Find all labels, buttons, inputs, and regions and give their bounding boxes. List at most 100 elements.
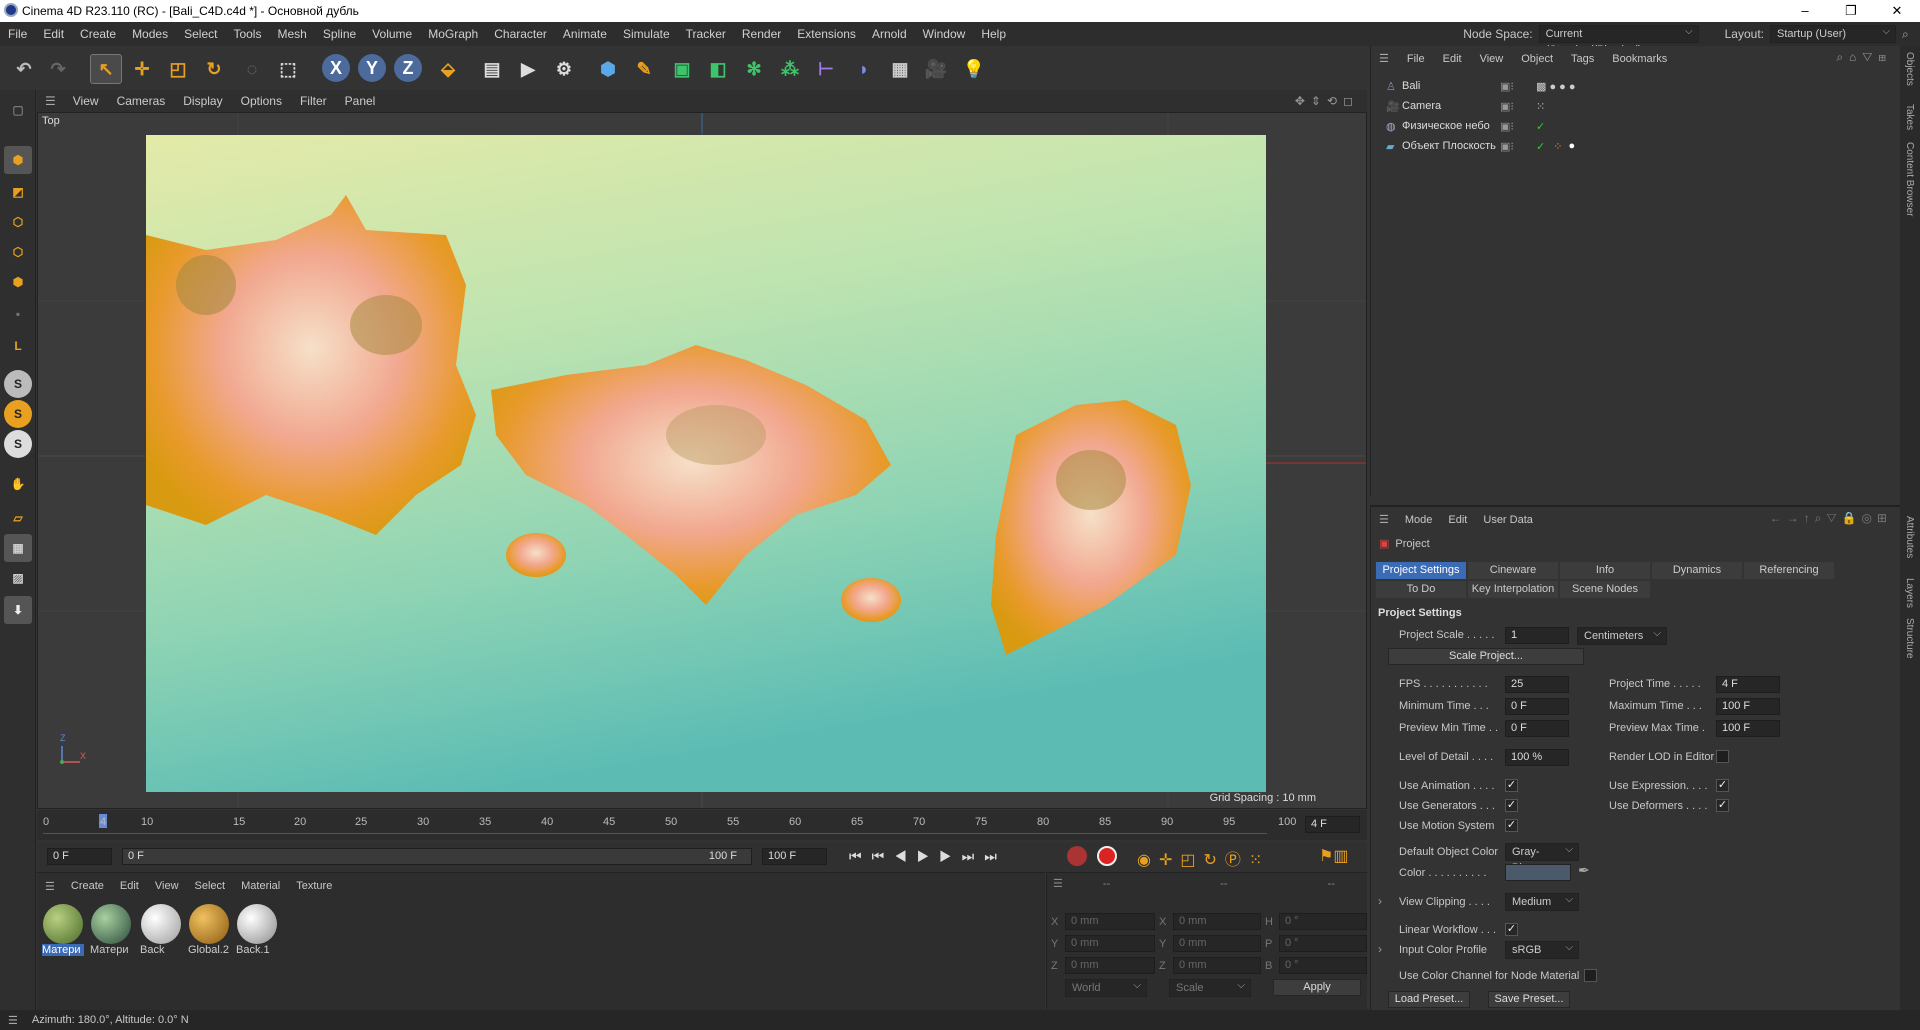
render-picture-viewer-icon[interactable]: ▶ (512, 54, 544, 84)
eyedropper-icon[interactable]: ✒ (1578, 862, 1590, 879)
render-lod-checkbox[interactable] (1716, 750, 1729, 763)
coord-scale-dropdown[interactable]: Scale (1169, 978, 1251, 997)
current-frame-field[interactable]: 4 F (1305, 816, 1360, 833)
scale-project-button[interactable]: Scale Project... (1388, 648, 1584, 665)
coord-space-dropdown[interactable]: World (1065, 978, 1147, 997)
preview-max-field[interactable]: 100 F (1716, 720, 1780, 737)
visibility-icon[interactable]: ▣⁝ (1500, 100, 1536, 113)
lod-field[interactable]: 100 % (1505, 749, 1569, 766)
expand-chevron-icon[interactable]: › (1378, 942, 1382, 956)
use-expression-checkbox[interactable]: ✓ (1716, 779, 1729, 792)
menu-mograph[interactable]: MoGraph (420, 27, 486, 41)
input-color-profile-dropdown[interactable]: sRGB (1505, 940, 1579, 959)
tab-key-interpolation[interactable]: Key Interpolation (1468, 581, 1558, 598)
close-button[interactable]: ✕ (1874, 0, 1920, 22)
coordinate-system-icon[interactable]: ⬙ (432, 54, 464, 84)
mograph-icon[interactable]: ⁂ (774, 54, 806, 84)
timeline-track[interactable] (43, 816, 1267, 834)
hamburger-icon[interactable]: ☰ (1053, 877, 1063, 890)
snap-enable-icon[interactable]: S (4, 430, 32, 458)
mat-menu-create[interactable]: Create (63, 880, 112, 892)
material-swatch[interactable]: Global.2 (188, 904, 230, 960)
move-icon[interactable]: ✛ (126, 54, 158, 84)
visibility-icon[interactable]: ▣⁝ (1500, 140, 1536, 153)
visibility-icon[interactable]: ▣⁝ (1500, 80, 1536, 93)
x-axis-lock-icon[interactable]: X (322, 54, 350, 82)
linear-workflow-checkbox[interactable]: ✓ (1505, 923, 1518, 936)
fps-field[interactable]: 25 (1505, 676, 1569, 693)
edges-mode-icon[interactable]: ⬡ (4, 238, 32, 266)
expand-chevron-icon[interactable]: › (1378, 894, 1382, 908)
menu-character[interactable]: Character (486, 27, 555, 41)
camera-tag-icon[interactable]: ⁙ (1536, 100, 1545, 113)
obj-menu-tags[interactable]: Tags (1571, 53, 1594, 65)
viewport-nav-icons[interactable]: ✥⇕⟲◻ (1295, 94, 1359, 108)
attr-menu-mode[interactable]: Mode (1405, 514, 1433, 526)
obj-menu-bookmarks[interactable]: Bookmarks (1612, 53, 1667, 65)
range-slider[interactable]: 0 F 100 F (122, 848, 752, 865)
autokey-icon[interactable] (1097, 846, 1117, 866)
playback-controls[interactable]: ⏮⏮◀▶▶⏭⏭ (849, 848, 1007, 865)
mat-menu-select[interactable]: Select (187, 880, 234, 892)
tweak-icon[interactable]: ✋ (4, 470, 32, 498)
menu-tracker[interactable]: Tracker (678, 27, 734, 41)
field-icon[interactable]: ◗ (848, 54, 880, 84)
use-generators-checkbox[interactable]: ✓ (1505, 799, 1518, 812)
material-swatch[interactable]: Back.1 (236, 904, 278, 960)
render-settings-icon[interactable]: ⚙ (548, 54, 580, 84)
motion-icon[interactable]: ⚑▥ (1319, 846, 1348, 866)
viewport-menu-filter[interactable]: Filter (291, 94, 336, 108)
view-clipping-dropdown[interactable]: Medium (1505, 892, 1579, 911)
cube-icon[interactable]: ⬢ (592, 54, 624, 84)
tab-dynamics[interactable]: Dynamics (1652, 562, 1742, 579)
use-motion-system-checkbox[interactable]: ✓ (1505, 819, 1518, 832)
menu-create[interactable]: Create (72, 27, 124, 41)
rotation-b-field[interactable]: 0 ° (1279, 957, 1367, 974)
menu-arnold[interactable]: Arnold (864, 27, 915, 41)
menu-extensions[interactable]: Extensions (789, 27, 864, 41)
use-animation-checkbox[interactable]: ✓ (1505, 779, 1518, 792)
apply-button[interactable]: Apply (1273, 979, 1361, 996)
redo-icon[interactable]: ↷ (42, 54, 74, 84)
tab-project-settings[interactable]: Project Settings (1376, 562, 1466, 579)
viewport-menu-panel[interactable]: Panel (336, 94, 385, 108)
y-axis-lock-icon[interactable]: Y (358, 54, 386, 82)
project-scale-field[interactable]: 1 (1505, 627, 1569, 644)
object-row-plane[interactable]: ▰ Объект Плоскость ▣⁝ ✓ ⁘ ● (1380, 137, 1880, 155)
camera-icon[interactable]: 🎥 (920, 54, 952, 84)
menu-simulate[interactable]: Simulate (615, 27, 678, 41)
scale-x-field[interactable]: 0 mm (1173, 913, 1261, 930)
visibility-icon[interactable]: ▣⁝ (1500, 120, 1536, 133)
menu-animate[interactable]: Animate (555, 27, 615, 41)
mat-menu-material[interactable]: Material (233, 880, 288, 892)
menu-file[interactable]: File (0, 27, 35, 41)
obj-menu-object[interactable]: Object (1521, 53, 1553, 65)
locked-workplane-icon[interactable]: ▨ (4, 564, 32, 592)
obj-menu-view[interactable]: View (1480, 53, 1504, 65)
material-tag-icon[interactable]: ● (1568, 140, 1575, 152)
object-row-camera[interactable]: 🎥 Camera ▣⁝ ⁙ (1380, 97, 1880, 115)
key-tracks-icons[interactable]: ◉✛◰↻Ⓟ⁙ (1137, 846, 1270, 870)
hamburger-icon[interactable]: ☰ (1379, 52, 1389, 65)
z-axis-lock-icon[interactable]: Z (394, 54, 422, 82)
tab-layers[interactable]: Layers (1904, 578, 1915, 608)
hamburger-icon[interactable]: ☰ (37, 880, 63, 893)
move-select-icon[interactable]: ↖ (90, 54, 122, 84)
scale-y-field[interactable]: 0 mm (1173, 935, 1261, 952)
scale-icon[interactable]: ◰ (162, 54, 194, 84)
material-swatch[interactable]: Матери (42, 904, 84, 960)
max-time-field[interactable]: 100 F (1716, 698, 1780, 715)
hamburger-icon[interactable]: ☰ (0, 1014, 26, 1027)
material-swatch[interactable]: Матери (90, 904, 132, 960)
mat-menu-texture[interactable]: Texture (288, 880, 340, 892)
render-view-icon[interactable]: ▤ (476, 54, 508, 84)
cloner-icon[interactable]: ✻ (738, 54, 770, 84)
grid-workplane-icon[interactable]: ▦ (4, 534, 32, 562)
material-tags-icons[interactable]: ▩ ● ● ● (1536, 80, 1576, 93)
menu-spline[interactable]: Spline (315, 27, 364, 41)
maximize-button[interactable]: ❐ (1828, 0, 1874, 22)
use-deformers-checkbox[interactable]: ✓ (1716, 799, 1729, 812)
menu-tools[interactable]: Tools (225, 27, 269, 41)
extrude-icon[interactable]: ◧ (702, 54, 734, 84)
hamburger-icon[interactable]: ☰ (37, 94, 64, 108)
